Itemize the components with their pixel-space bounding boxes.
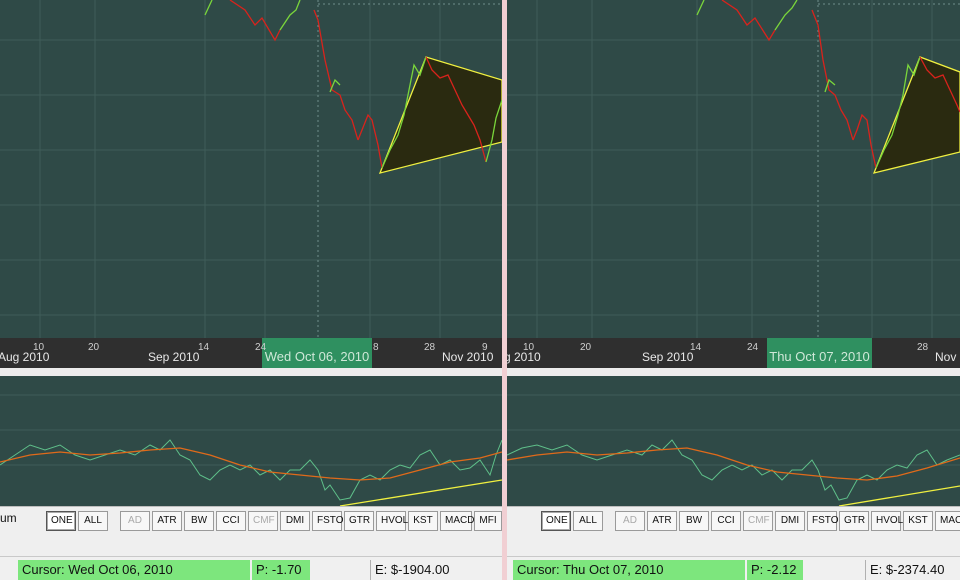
toolbar-label: um <box>0 511 17 525</box>
cursor-status: Cursor: Thu Oct 07, 2010 <box>513 560 745 580</box>
price-status: P: -1.70 <box>252 560 310 580</box>
oscillator-trendline <box>339 479 502 507</box>
pane-separator[interactable] <box>0 368 502 376</box>
oscillator-trendline <box>838 485 960 507</box>
dmi-button[interactable]: DMI <box>775 511 805 531</box>
month-label: Sep 2010 <box>642 350 694 364</box>
day-label: 8 <box>373 342 379 353</box>
status-bar: Cursor: Thu Oct 07, 2010 P: -2.12 E: $-2… <box>507 556 960 580</box>
month-label: Nov <box>935 350 957 364</box>
ad-button[interactable]: AD <box>120 511 150 531</box>
fsto-button[interactable]: FSTO <box>312 511 343 531</box>
all-button[interactable]: ALL <box>78 511 108 531</box>
one-button[interactable]: ONE <box>46 511 76 531</box>
month-label: g 2010 <box>507 350 541 364</box>
hvol-button[interactable]: HVOL <box>871 511 903 531</box>
atr-button[interactable]: ATR <box>152 511 182 531</box>
day-label: 14 <box>198 342 210 353</box>
hvol-button[interactable]: HVOL <box>376 511 408 531</box>
indicator-toolbar: ONEALL ADATRBWCCICMFDMIFSTOGTRHVOLKSTMACD <box>507 506 960 557</box>
triangle-pattern <box>872 56 960 174</box>
fsto-button[interactable]: FSTO <box>807 511 838 531</box>
dmi-button[interactable]: DMI <box>280 511 310 531</box>
status-bar: Cursor: Wed Oct 06, 2010 P: -1.70 E: $-1… <box>0 556 502 580</box>
pane-separator[interactable] <box>507 368 960 376</box>
atr-button[interactable]: ATR <box>647 511 677 531</box>
cci-button[interactable]: CCI <box>216 511 246 531</box>
day-label: 28 <box>917 342 929 353</box>
day-label: 20 <box>88 342 100 353</box>
chart-pane-left[interactable]: Wed Oct 06, 2010 10 20 14 24 8 28 9 Aug … <box>0 0 502 580</box>
macd-button[interactable]: MACD <box>935 511 960 531</box>
kst-button[interactable]: KST <box>408 511 438 531</box>
cmf-button[interactable]: CMF <box>248 511 278 531</box>
month-label: Aug 2010 <box>0 350 50 364</box>
price-chart-right[interactable] <box>507 0 960 580</box>
oscillator-line <box>507 439 960 501</box>
equity-status: E: $-1904.00 <box>370 560 490 580</box>
indicator-toolbar: um ONE ALL AD ATR BW CCI CMF DMI FSTO GTR HVOL KST M… <box>0 506 502 557</box>
equity-status: E: $-2374.40 <box>865 560 960 580</box>
ad-button[interactable]: AD <box>615 511 645 531</box>
signal-line <box>507 447 960 481</box>
oscillator-line <box>0 439 502 501</box>
bw-button[interactable]: BW <box>184 511 214 531</box>
day-label: 20 <box>580 342 592 353</box>
price-status: P: -2.12 <box>747 560 803 580</box>
cmf-button[interactable]: CMF <box>743 511 773 531</box>
cursor-date-label: Wed Oct 06, 2010 <box>262 338 372 368</box>
cci-button[interactable]: CCI <box>711 511 741 531</box>
one-button[interactable]: ONE <box>541 511 571 531</box>
day-label: 24 <box>255 342 267 353</box>
month-label: Sep 2010 <box>148 350 200 364</box>
gtr-button[interactable]: GTR <box>839 511 869 531</box>
cursor-status: Cursor: Wed Oct 06, 2010 <box>18 560 250 580</box>
chart-pane-right[interactable]: Thu Oct 07, 2010 10 20 14 24 28 g 2010 S… <box>507 0 960 580</box>
macd-button[interactable]: MACD <box>440 511 474 531</box>
day-label: 24 <box>747 342 759 353</box>
cursor-date-label: Thu Oct 07, 2010 <box>767 338 872 368</box>
all-button[interactable]: ALL <box>573 511 603 531</box>
date-axis[interactable] <box>507 338 960 368</box>
bw-button[interactable]: BW <box>679 511 709 531</box>
mfi-button[interactable]: MFI <box>474 511 502 531</box>
signal-line <box>0 447 502 481</box>
day-label: 28 <box>424 342 436 353</box>
month-label: Nov 2010 <box>442 350 494 364</box>
price-chart-left[interactable] <box>0 0 502 580</box>
gtr-button[interactable]: GTR <box>344 511 374 531</box>
kst-button[interactable]: KST <box>903 511 933 531</box>
